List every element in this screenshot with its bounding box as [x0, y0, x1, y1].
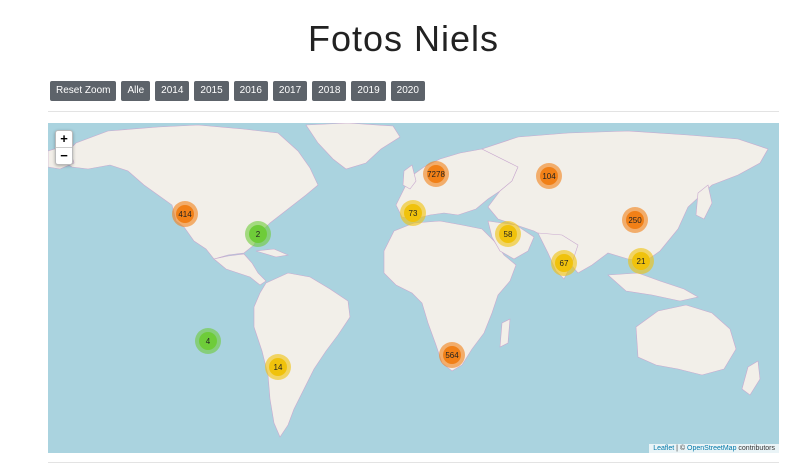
divider-bottom [48, 462, 779, 463]
north-america-land [59, 124, 319, 260]
madagascar-land [499, 318, 511, 348]
leaflet-link[interactable]: Leaflet [653, 445, 674, 452]
zoom-control: + − [55, 130, 73, 165]
cluster-marker[interactable]: 250 [622, 207, 648, 233]
cluster-marker[interactable]: 2 [245, 221, 271, 247]
australia-land [635, 304, 737, 376]
map-attribution: Leaflet | © OpenStreetMap contributors [649, 444, 779, 453]
filter-2020-button[interactable]: 2020 [390, 81, 425, 101]
cluster-marker[interactable]: 67 [551, 250, 577, 276]
cluster-marker[interactable]: 564 [439, 342, 465, 368]
cluster-count: 250 [626, 211, 644, 229]
filter-all-button[interactable]: Alle [121, 81, 151, 101]
filter-2017-button[interactable]: 2017 [272, 81, 308, 101]
attribution-suffix: contributors [736, 445, 775, 452]
filter-2019-button[interactable]: 2019 [351, 81, 386, 101]
southeast-asia-islands-land [607, 272, 699, 302]
cluster-count: 104 [540, 167, 558, 185]
cluster-marker[interactable]: 58 [495, 221, 521, 247]
cluster-count: 73 [404, 204, 422, 222]
cluster-count: 14 [269, 358, 287, 376]
cluster-count: 2 [249, 225, 267, 243]
cluster-marker[interactable]: 414 [172, 201, 198, 227]
cluster-count: 564 [443, 346, 461, 364]
filter-2018-button[interactable]: 2018 [312, 81, 347, 101]
south-america-land [253, 272, 351, 438]
filter-2015-button[interactable]: 2015 [194, 81, 229, 101]
filter-2014-button[interactable]: 2014 [155, 81, 190, 101]
cluster-marker[interactable]: 14 [265, 354, 291, 380]
greenland-land [305, 123, 401, 170]
zoom-out-button[interactable]: − [56, 147, 72, 164]
cluster-count: 7278 [427, 165, 445, 183]
cluster-marker[interactable]: 104 [536, 163, 562, 189]
cluster-count: 67 [555, 254, 573, 272]
cuba-land [255, 248, 290, 258]
cluster-count: 414 [176, 205, 194, 223]
attribution-separator: | © [674, 445, 688, 452]
divider-top [48, 111, 779, 112]
world-map[interactable]: + − 7278 104 414 73 58 250 2 67 21 4 14 … [48, 123, 779, 453]
cluster-count: 21 [632, 252, 650, 270]
openstreetmap-link[interactable]: OpenStreetMap [687, 445, 736, 452]
cluster-marker[interactable]: 7278 [423, 161, 449, 187]
filter-2016-button[interactable]: 2016 [233, 81, 268, 101]
reset-zoom-button[interactable]: Reset Zoom [50, 81, 117, 101]
map-tiles[interactable] [48, 123, 779, 453]
cluster-marker[interactable]: 21 [628, 248, 654, 274]
zoom-in-button[interactable]: + [56, 131, 72, 147]
cluster-marker[interactable]: 4 [195, 328, 221, 354]
cluster-marker[interactable]: 73 [400, 200, 426, 226]
cluster-count: 58 [499, 225, 517, 243]
central-america-land [213, 253, 267, 286]
new-zealand-land [741, 360, 761, 396]
year-filter-toolbar: Reset Zoom Alle 2014 2015 2016 2017 2018… [50, 81, 425, 101]
page-title: Fotos Niels [307, 18, 500, 59]
cluster-count: 4 [199, 332, 217, 350]
